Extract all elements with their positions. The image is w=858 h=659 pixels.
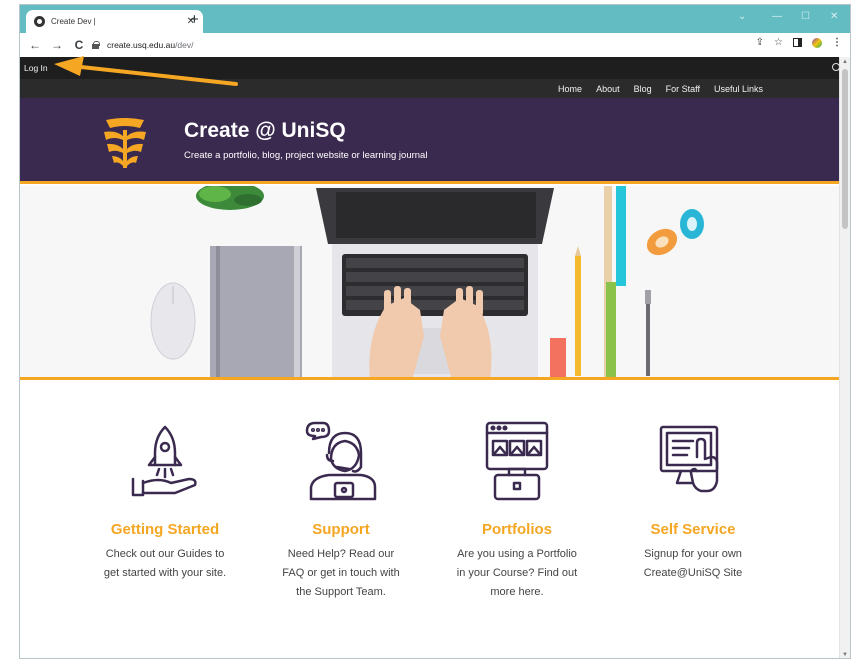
- site-favicon-icon: [34, 16, 45, 27]
- feature-description: Check out our Guides to get started with…: [103, 548, 227, 579]
- nav-item-useful-links[interactable]: Useful Links: [707, 84, 770, 94]
- scrollbar-thumb[interactable]: [842, 69, 848, 229]
- feature-getting-started: Getting Started Check out our Guides to …: [80, 421, 250, 583]
- share-icon[interactable]: ⇪: [756, 37, 764, 48]
- browser-window: Create Dev | ✕ + ⌄ — ☐ ✕ ← → C create.us…: [19, 4, 851, 659]
- maximize-button[interactable]: ☐: [801, 11, 810, 22]
- forward-button[interactable]: →: [46, 38, 68, 52]
- feature-description: Are you using a Portfolio in your Course…: [456, 548, 578, 598]
- feature-description: Need Help? Read our FAQ or get in touch …: [282, 548, 400, 598]
- back-button[interactable]: ←: [24, 38, 46, 52]
- address-bar[interactable]: create.usq.edu.au /dev/: [88, 36, 768, 54]
- nav-item-for-staff[interactable]: For Staff: [659, 84, 707, 94]
- main-nav: Home About Blog For Staff Useful Links: [20, 79, 850, 98]
- browser-menu-icon[interactable]: ⋮: [832, 37, 842, 48]
- feature-description: Signup for your own Create@UniSQ Site: [643, 548, 743, 579]
- scroll-down-arrow-icon[interactable]: ▼: [840, 652, 850, 658]
- portfolio-icon[interactable]: [477, 421, 557, 501]
- pencil-icon: [575, 246, 581, 376]
- support-agent-icon[interactable]: [301, 421, 381, 501]
- lock-icon[interactable]: [92, 41, 100, 49]
- feature-title[interactable]: Getting Started: [80, 522, 250, 537]
- close-window-button[interactable]: ✕: [830, 11, 838, 22]
- self-service-icon[interactable]: [653, 421, 733, 501]
- login-link[interactable]: Log In: [24, 63, 48, 73]
- eraser-icon: [550, 338, 566, 377]
- browser-toolbar: ← → C create.usq.edu.au /dev/ ⇪ ☆ ⋮: [20, 33, 850, 57]
- feature-title[interactable]: Self Service: [608, 522, 778, 537]
- features-section: Getting Started Check out our Guides to …: [20, 383, 850, 658]
- page-viewport: Log In Home About Blog For Staff Useful …: [20, 57, 850, 658]
- feature-support: Support Need Help? Read our FAQ or get i…: [256, 421, 426, 602]
- url-path: /dev/: [175, 40, 194, 50]
- notebook-icon: [210, 246, 302, 377]
- extension-icon[interactable]: [812, 37, 822, 48]
- bookmark-star-icon[interactable]: ☆: [774, 37, 783, 48]
- feature-portfolios: Portfolios Are you using a Portfolio in …: [432, 421, 602, 602]
- tab-search-icon[interactable]: ⌄: [738, 11, 746, 22]
- unisq-logo-icon[interactable]: [102, 114, 148, 168]
- nav-menu: Home About Blog For Staff Useful Links: [551, 79, 770, 98]
- nav-item-home[interactable]: Home: [551, 84, 589, 94]
- nav-item-blog[interactable]: Blog: [627, 84, 659, 94]
- feature-title[interactable]: Portfolios: [432, 522, 602, 537]
- desk-laptop-illustration: [20, 186, 850, 377]
- tab-title: Create Dev |: [51, 17, 96, 26]
- site-header: Create @ UniSQ Create a portfolio, blog,…: [20, 98, 850, 184]
- minimize-button[interactable]: —: [772, 11, 782, 22]
- page-scrollbar[interactable]: ▲ ▼: [839, 57, 850, 658]
- new-tab-button[interactable]: +: [190, 12, 199, 27]
- tab-strip: Create Dev | ✕ + ⌄ — ☐ ✕: [20, 5, 850, 33]
- side-panel-icon[interactable]: [793, 38, 802, 47]
- feature-self-service: Self Service Signup for your own Create@…: [608, 421, 778, 583]
- rocket-hand-icon[interactable]: [125, 421, 205, 501]
- url-host: create.usq.edu.au: [107, 40, 176, 50]
- hero-banner-image: [20, 186, 850, 380]
- mouse-icon: [150, 282, 196, 360]
- toolbar-actions: ⇪ ☆ ⋮: [756, 37, 842, 48]
- browser-tab[interactable]: Create Dev | ✕: [26, 10, 203, 33]
- site-title[interactable]: Create @ UniSQ: [184, 119, 346, 143]
- nav-item-about[interactable]: About: [589, 84, 627, 94]
- feature-title[interactable]: Support: [256, 522, 426, 537]
- site-tagline: Create a portfolio, blog, project websit…: [184, 150, 428, 161]
- scroll-up-arrow-icon[interactable]: ▲: [840, 59, 850, 65]
- admin-bar: Log In: [20, 57, 850, 79]
- reload-button[interactable]: C: [68, 38, 90, 52]
- laptop-icon: [316, 188, 554, 377]
